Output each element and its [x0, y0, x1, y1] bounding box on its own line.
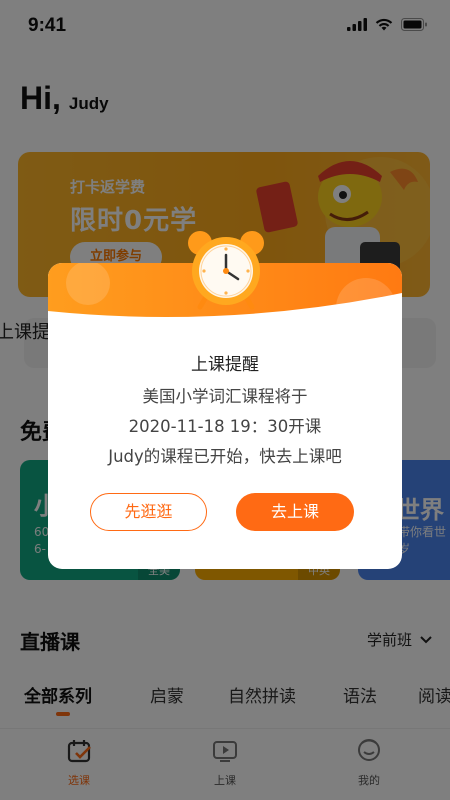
dialog-message-line: 美国小学词汇课程将于 — [142, 387, 308, 406]
alarm-clock-icon — [188, 231, 264, 310]
dialog-message-line: 2020-11-18 19：30开课 — [128, 417, 322, 436]
dialog-title: 上课提醒 — [191, 355, 259, 375]
dialog-message-line: Judy的课程已开始，快去上课吧 — [108, 447, 342, 466]
browse-first-button[interactable]: 先逛逛 — [90, 493, 207, 531]
go-to-class-button[interactable]: 去上课 — [236, 493, 354, 531]
class-reminder-dialog: 上课提醒 美国小学词汇课程将于 2020-11-18 19：30开课 Judy的… — [48, 231, 402, 569]
